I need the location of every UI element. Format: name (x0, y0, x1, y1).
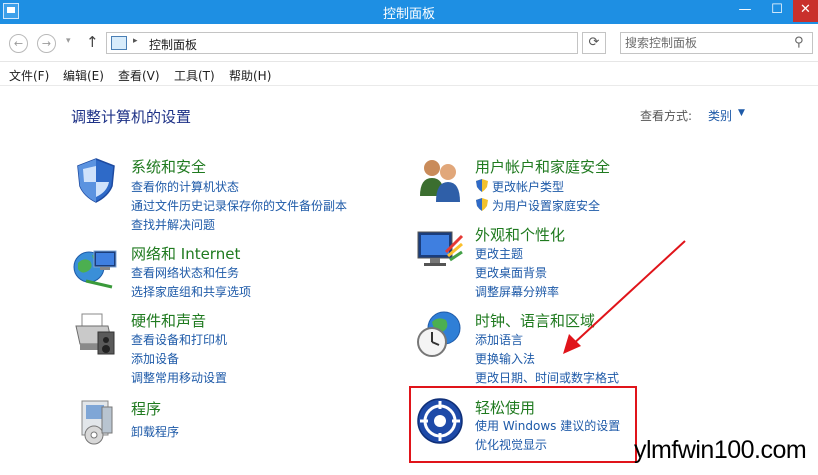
watermark-text: ylmfwin100.com (634, 436, 807, 464)
breadcrumb-separator-icon[interactable]: ▸ (133, 36, 138, 46)
link-change-input-method[interactable]: 更换输入法 (475, 350, 535, 367)
link-screen-resolution[interactable]: 调整屏幕分辨率 (475, 283, 559, 300)
uac-shield-icon (476, 179, 488, 192)
minimize-button[interactable]: — (731, 0, 759, 22)
link-change-theme[interactable]: 更改主题 (475, 245, 523, 262)
link-uninstall-program[interactable]: 卸载程序 (131, 423, 179, 440)
menu-view[interactable]: 查看(V) (118, 67, 160, 84)
search-icon[interactable]: ⚲ (794, 35, 804, 50)
menu-file[interactable]: 文件(F) (9, 67, 49, 84)
view-by-caret-icon[interactable]: ▼ (738, 108, 745, 118)
category-appearance[interactable]: 外观和个性化 (475, 224, 565, 245)
window-title: 控制面板 (382, 7, 435, 22)
control-panel-icon (111, 36, 127, 50)
maximize-button[interactable]: ☐ (763, 0, 791, 22)
link-file-history-backup[interactable]: 通过文件历史记录保存你的文件备份副本 (131, 197, 347, 214)
link-devices-printers[interactable]: 查看设备和打印机 (131, 331, 227, 348)
link-add-device[interactable]: 添加设备 (131, 350, 179, 367)
menu-help[interactable]: 帮助(H) (229, 67, 271, 84)
view-by-dropdown[interactable]: 类别 (708, 107, 732, 124)
shield-icon[interactable] (72, 156, 120, 204)
category-hardware-sound[interactable]: 硬件和声音 (131, 310, 206, 331)
address-bar[interactable]: ▸ 控制面板 ▾ (106, 32, 678, 54)
close-button[interactable]: ✕ (793, 0, 818, 22)
annotation-highlight-box (409, 386, 637, 463)
search-box[interactable]: ⚲ (620, 32, 813, 54)
refresh-button[interactable]: ⟳ (582, 32, 606, 54)
link-add-language[interactable]: 添加语言 (475, 331, 523, 348)
page-title: 调整计算机的设置 (71, 108, 192, 126)
search-input[interactable] (625, 35, 785, 51)
link-homegroup-sharing[interactable]: 选择家庭组和共享选项 (131, 283, 251, 300)
monitor-palette-icon[interactable] (416, 226, 464, 274)
link-date-time-format[interactable]: 更改日期、时间或数字格式 (475, 369, 619, 386)
category-system-security[interactable]: 系统和安全 (131, 156, 206, 177)
link-network-status[interactable]: 查看网络状态和任务 (131, 264, 239, 281)
link-view-computer-status[interactable]: 查看你的计算机状态 (131, 178, 239, 195)
link-mobility-settings[interactable]: 调整常用移动设置 (131, 369, 227, 386)
breadcrumb-control-panel[interactable]: 控制面板 (149, 36, 197, 53)
link-change-desktop-background[interactable]: 更改桌面背景 (475, 264, 547, 281)
link-family-safety[interactable]: 为用户设置家庭安全 (492, 197, 600, 214)
category-programs[interactable]: 程序 (131, 398, 161, 419)
menu-bar: 文件(F) 编辑(E) 查看(V) 工具(T) 帮助(H) (0, 62, 818, 86)
annotation-arrow (563, 240, 686, 354)
category-user-accounts[interactable]: 用户帐户和家庭安全 (475, 156, 610, 177)
link-change-account-type[interactable]: 更改帐户类型 (492, 178, 564, 195)
uac-shield-icon (476, 198, 488, 211)
title-bar: 控制面板 — ☐ ✕ (0, 0, 818, 24)
back-button[interactable]: ← (9, 34, 28, 53)
menu-tools[interactable]: 工具(T) (174, 67, 215, 84)
network-globe-icon[interactable] (72, 243, 120, 291)
link-troubleshoot[interactable]: 查找并解决问题 (131, 216, 215, 233)
forward-button[interactable]: → (37, 34, 56, 53)
printer-icon[interactable] (72, 310, 120, 358)
menu-edit[interactable]: 编辑(E) (63, 67, 104, 84)
view-by-label: 查看方式: (640, 109, 693, 123)
clock-globe-icon[interactable] (416, 310, 464, 358)
recent-locations-dropdown-icon[interactable]: ▾ (66, 36, 71, 46)
category-network-internet[interactable]: 网络和 Internet (131, 243, 240, 264)
up-arrow-icon[interactable]: ↑ (86, 33, 99, 51)
users-icon[interactable] (416, 156, 464, 204)
programs-icon[interactable] (72, 397, 120, 445)
navigation-bar: ← → ▾ ↑ ▸ 控制面板 ▾ ⟳ ⚲ (0, 24, 818, 62)
